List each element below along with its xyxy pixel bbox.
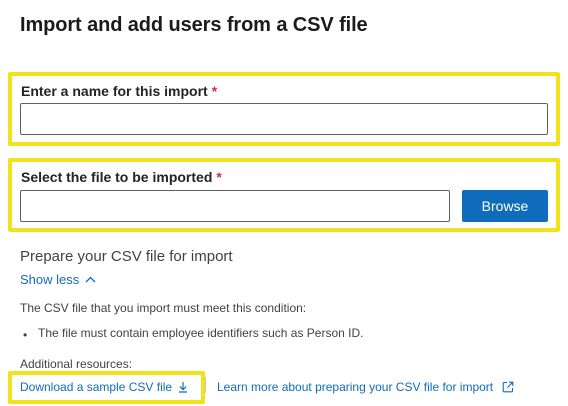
import-name-label: Enter a name for this import * — [21, 83, 217, 99]
file-select-label-text: Select the file to be imported — [21, 169, 213, 185]
show-less-toggle[interactable]: Show less — [20, 272, 96, 287]
browse-button[interactable]: Browse — [462, 190, 548, 222]
link-divider — [205, 377, 206, 393]
condition-text: The CSV file that you import must meet t… — [20, 301, 307, 315]
open-external-icon — [502, 381, 514, 393]
required-marker: * — [216, 169, 222, 185]
resources-heading: Additional resources: — [20, 357, 133, 371]
download-sample-link[interactable]: Download a sample CSV file — [20, 380, 188, 394]
required-marker: * — [211, 83, 218, 99]
condition-bullet: The file must contain employee identifie… — [38, 326, 364, 340]
download-icon — [178, 381, 188, 393]
show-less-label: Show less — [20, 272, 80, 287]
chevron-up-icon — [85, 276, 96, 283]
learn-more-link[interactable]: Learn more about preparing your CSV file… — [217, 380, 514, 394]
file-select-label: Select the file to be imported * — [21, 169, 222, 185]
import-name-input[interactable] — [20, 103, 548, 135]
file-path-input[interactable] — [20, 190, 450, 222]
import-name-label-text: Enter a name for this import — [21, 83, 208, 99]
download-sample-label: Download a sample CSV file — [20, 380, 173, 394]
prepare-heading: Prepare your CSV file for import — [20, 248, 233, 265]
learn-more-label: Learn more about preparing your CSV file… — [217, 380, 494, 394]
bullet-marker: • — [23, 328, 28, 342]
page-title: Import and add users from a CSV file — [20, 14, 368, 36]
